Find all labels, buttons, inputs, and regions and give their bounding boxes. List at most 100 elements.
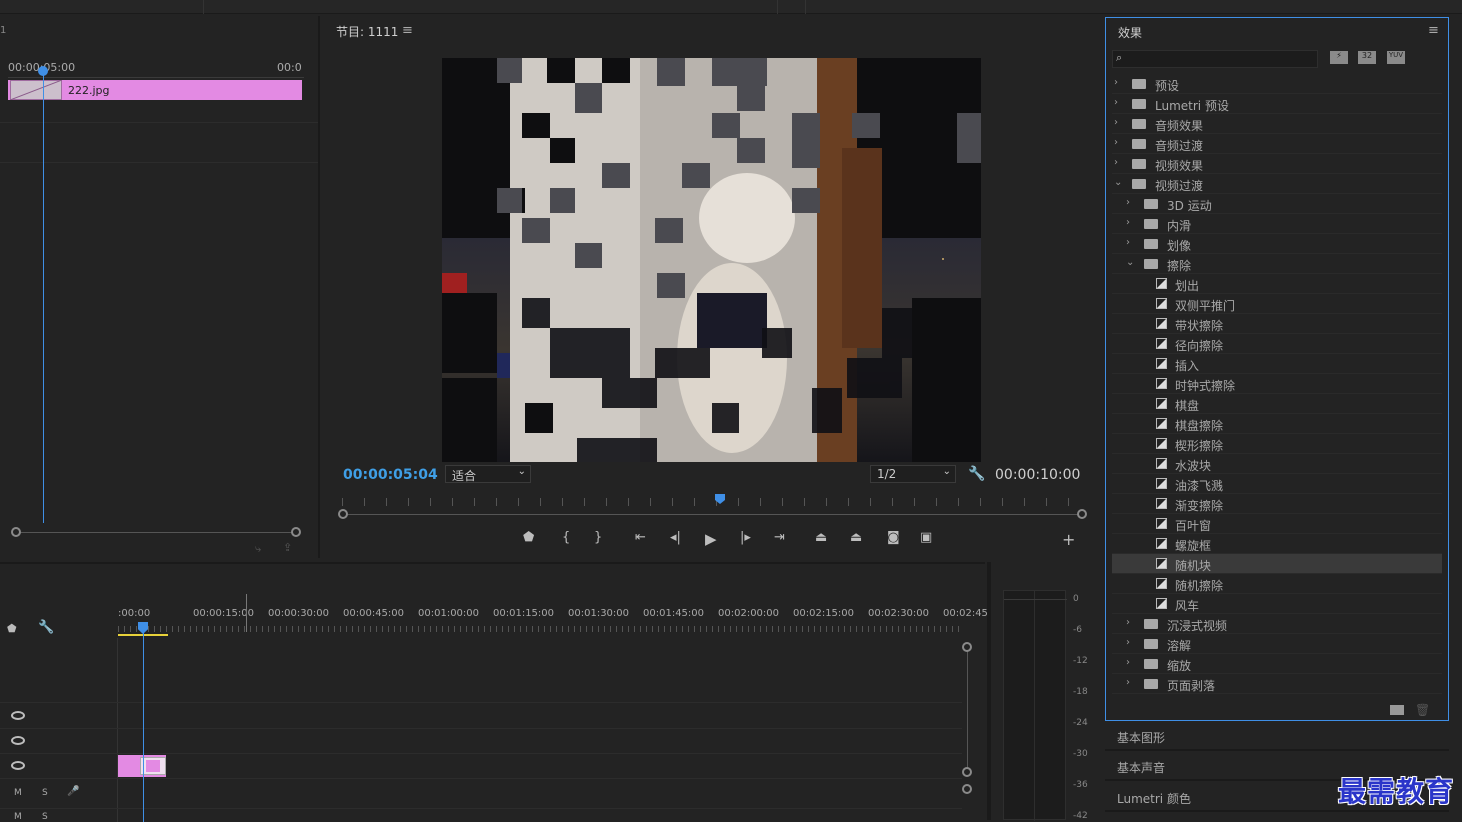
effect-item[interactable]: 随机块 — [1112, 554, 1442, 574]
compare-icon[interactable]: ▣ — [920, 530, 932, 545]
chevron-down-icon[interactable]: ⌄ — [1114, 177, 1122, 188]
chevron-right-icon[interactable]: › — [1114, 137, 1118, 148]
chevron-right-icon[interactable]: › — [1126, 617, 1130, 628]
scroll-handle-left[interactable] — [11, 527, 21, 537]
timeline-clip[interactable] — [118, 755, 166, 777]
folder-item[interactable]: › 音频过渡 — [1112, 134, 1442, 154]
folder-item[interactable]: ⌄ 视频过渡 — [1112, 174, 1442, 194]
folder-item[interactable]: › 预设 — [1112, 74, 1442, 94]
effects-search-input[interactable]: ⌕ — [1112, 50, 1318, 68]
effect-item[interactable]: 百叶窗 — [1112, 514, 1442, 534]
source-playhead[interactable] — [38, 66, 48, 76]
effect-item[interactable]: 时钟式擦除 — [1112, 374, 1442, 394]
effect-item[interactable]: 插入 — [1112, 354, 1442, 374]
trash-icon[interactable]: 🗑 — [1415, 703, 1430, 717]
timeline-ruler[interactable]: :00:00 00:00:15:00 00:00:30:00 00:00:45:00 0… — [118, 608, 991, 638]
folder-item[interactable]: › 溶解 — [1112, 634, 1442, 654]
add-button-icon[interactable]: + — [1062, 530, 1075, 549]
32bit-icon[interactable]: 32 — [1358, 51, 1376, 64]
folder-item[interactable]: › 音频效果 — [1112, 114, 1442, 134]
solo-button[interactable]: S — [42, 788, 48, 798]
folder-item[interactable]: ⌄ 擦除 — [1112, 254, 1442, 274]
step-forward-icon[interactable]: |▸ — [740, 530, 751, 545]
effect-item[interactable]: 双侧平推门 — [1112, 294, 1442, 314]
mark-out-icon[interactable]: } — [594, 530, 602, 545]
v-scroll2-top[interactable] — [962, 784, 972, 794]
chevron-right-icon[interactable]: › — [1126, 677, 1130, 688]
effect-item[interactable]: 棋盘擦除 — [1112, 414, 1442, 434]
accelerated-icon[interactable]: ⚡ — [1330, 51, 1348, 64]
eye-icon[interactable] — [11, 736, 25, 745]
source-playhead-line[interactable] — [43, 68, 44, 523]
add-marker-icon[interactable]: ⬟ — [7, 622, 17, 635]
chevron-right-icon[interactable]: › — [1114, 97, 1118, 108]
effect-item[interactable]: 划出 — [1112, 274, 1442, 294]
folder-item[interactable]: › 沉浸式视频 — [1112, 614, 1442, 634]
effect-item[interactable]: 随机擦除 — [1112, 574, 1442, 594]
chevron-down-icon[interactable]: ⌄ — [1126, 257, 1134, 268]
solo-button[interactable]: S — [42, 812, 48, 822]
extract-icon[interactable]: ⏏ — [850, 530, 862, 545]
effect-item[interactable]: 径向擦除 — [1112, 334, 1442, 354]
step-back-icon[interactable]: ◂| — [670, 530, 681, 545]
go-to-out-icon[interactable]: ⇥ — [774, 530, 785, 545]
program-title[interactable]: 节目: 1111 — [336, 23, 398, 40]
folder-item[interactable]: › 划像 — [1112, 234, 1442, 254]
effect-item[interactable]: 渐变擦除 — [1112, 494, 1442, 514]
mute-button[interactable]: M — [14, 812, 22, 822]
program-scroll-right[interactable] — [1077, 509, 1087, 519]
new-bin-icon[interactable] — [1390, 705, 1404, 715]
wrench-icon[interactable]: 🔧 — [968, 466, 985, 482]
chevron-right-icon[interactable]: › — [1126, 237, 1130, 248]
yuv-icon[interactable]: YUV — [1387, 51, 1405, 64]
chevron-right-icon[interactable]: › — [1126, 217, 1130, 228]
go-to-in-icon[interactable]: ⇤ — [635, 530, 646, 545]
eye-icon[interactable] — [11, 711, 25, 720]
timeline-wrench-icon[interactable]: 🔧 — [38, 620, 54, 635]
folder-item[interactable]: › 视频效果 — [1112, 154, 1442, 174]
effect-item[interactable]: 水波块 — [1112, 454, 1442, 474]
marker-icon[interactable]: ⬟ — [523, 530, 534, 545]
program-scrubber[interactable] — [343, 514, 1082, 515]
program-current-time[interactable]: 00:00:05:04 — [343, 467, 438, 483]
lift-icon[interactable]: ⏏ — [815, 530, 827, 545]
chevron-right-icon[interactable]: › — [1126, 657, 1130, 668]
folder-item[interactable]: › 内滑 — [1112, 214, 1442, 234]
effect-item[interactable]: 油漆飞溅 — [1112, 474, 1442, 494]
effect-label: 油漆飞溅 — [1175, 479, 1224, 493]
insert-icon[interactable]: ⤷ — [255, 542, 261, 556]
folder-item[interactable]: › 3D 运动 — [1112, 194, 1442, 214]
camera-icon[interactable]: ◙ — [887, 530, 900, 545]
effects-menu-icon[interactable]: ≡ — [1428, 23, 1439, 38]
folder-item[interactable]: › 缩放 — [1112, 654, 1442, 674]
fit-dropdown[interactable]: 适合 ⌄ — [445, 465, 531, 483]
folder-item[interactable]: › 页面剥落 — [1112, 674, 1442, 694]
chevron-right-icon[interactable]: › — [1126, 197, 1130, 208]
mark-in-icon[interactable]: { — [562, 530, 570, 545]
effect-item[interactable]: 楔形擦除 — [1112, 434, 1442, 454]
export-icon[interactable]: ⇪ — [283, 541, 292, 554]
v-scroll[interactable] — [967, 648, 968, 772]
mute-button[interactable]: M — [14, 788, 22, 798]
source-scrollbar[interactable] — [16, 532, 296, 533]
chevron-right-icon[interactable]: › — [1126, 637, 1130, 648]
folder-item[interactable]: › Lumetri 预设 — [1112, 94, 1442, 114]
eye-icon[interactable] — [11, 761, 25, 770]
chevron-right-icon[interactable]: › — [1114, 117, 1118, 128]
effect-item[interactable]: 棋盘 — [1112, 394, 1442, 414]
chevron-right-icon[interactable]: › — [1114, 157, 1118, 168]
program-menu-icon[interactable]: ≡ — [402, 23, 413, 38]
tab-essential-graphics[interactable]: 基本图形 — [1105, 723, 1449, 751]
resolution-dropdown[interactable]: 1/2 ⌄ — [870, 465, 956, 483]
scroll-handle-right[interactable] — [291, 527, 301, 537]
program-scroll-left[interactable] — [338, 509, 348, 519]
effect-item[interactable]: 风车 — [1112, 594, 1442, 614]
microphone-icon[interactable]: 🎤 — [67, 786, 79, 797]
timeline-playhead-line[interactable] — [143, 628, 144, 822]
v-scroll-bottom[interactable] — [962, 767, 972, 777]
play-icon[interactable]: ▶ — [705, 530, 717, 548]
chevron-right-icon[interactable]: › — [1114, 77, 1118, 88]
effect-item[interactable]: 螺旋框 — [1112, 534, 1442, 554]
v-scroll-top[interactable] — [962, 642, 972, 652]
effect-item[interactable]: 带状擦除 — [1112, 314, 1442, 334]
